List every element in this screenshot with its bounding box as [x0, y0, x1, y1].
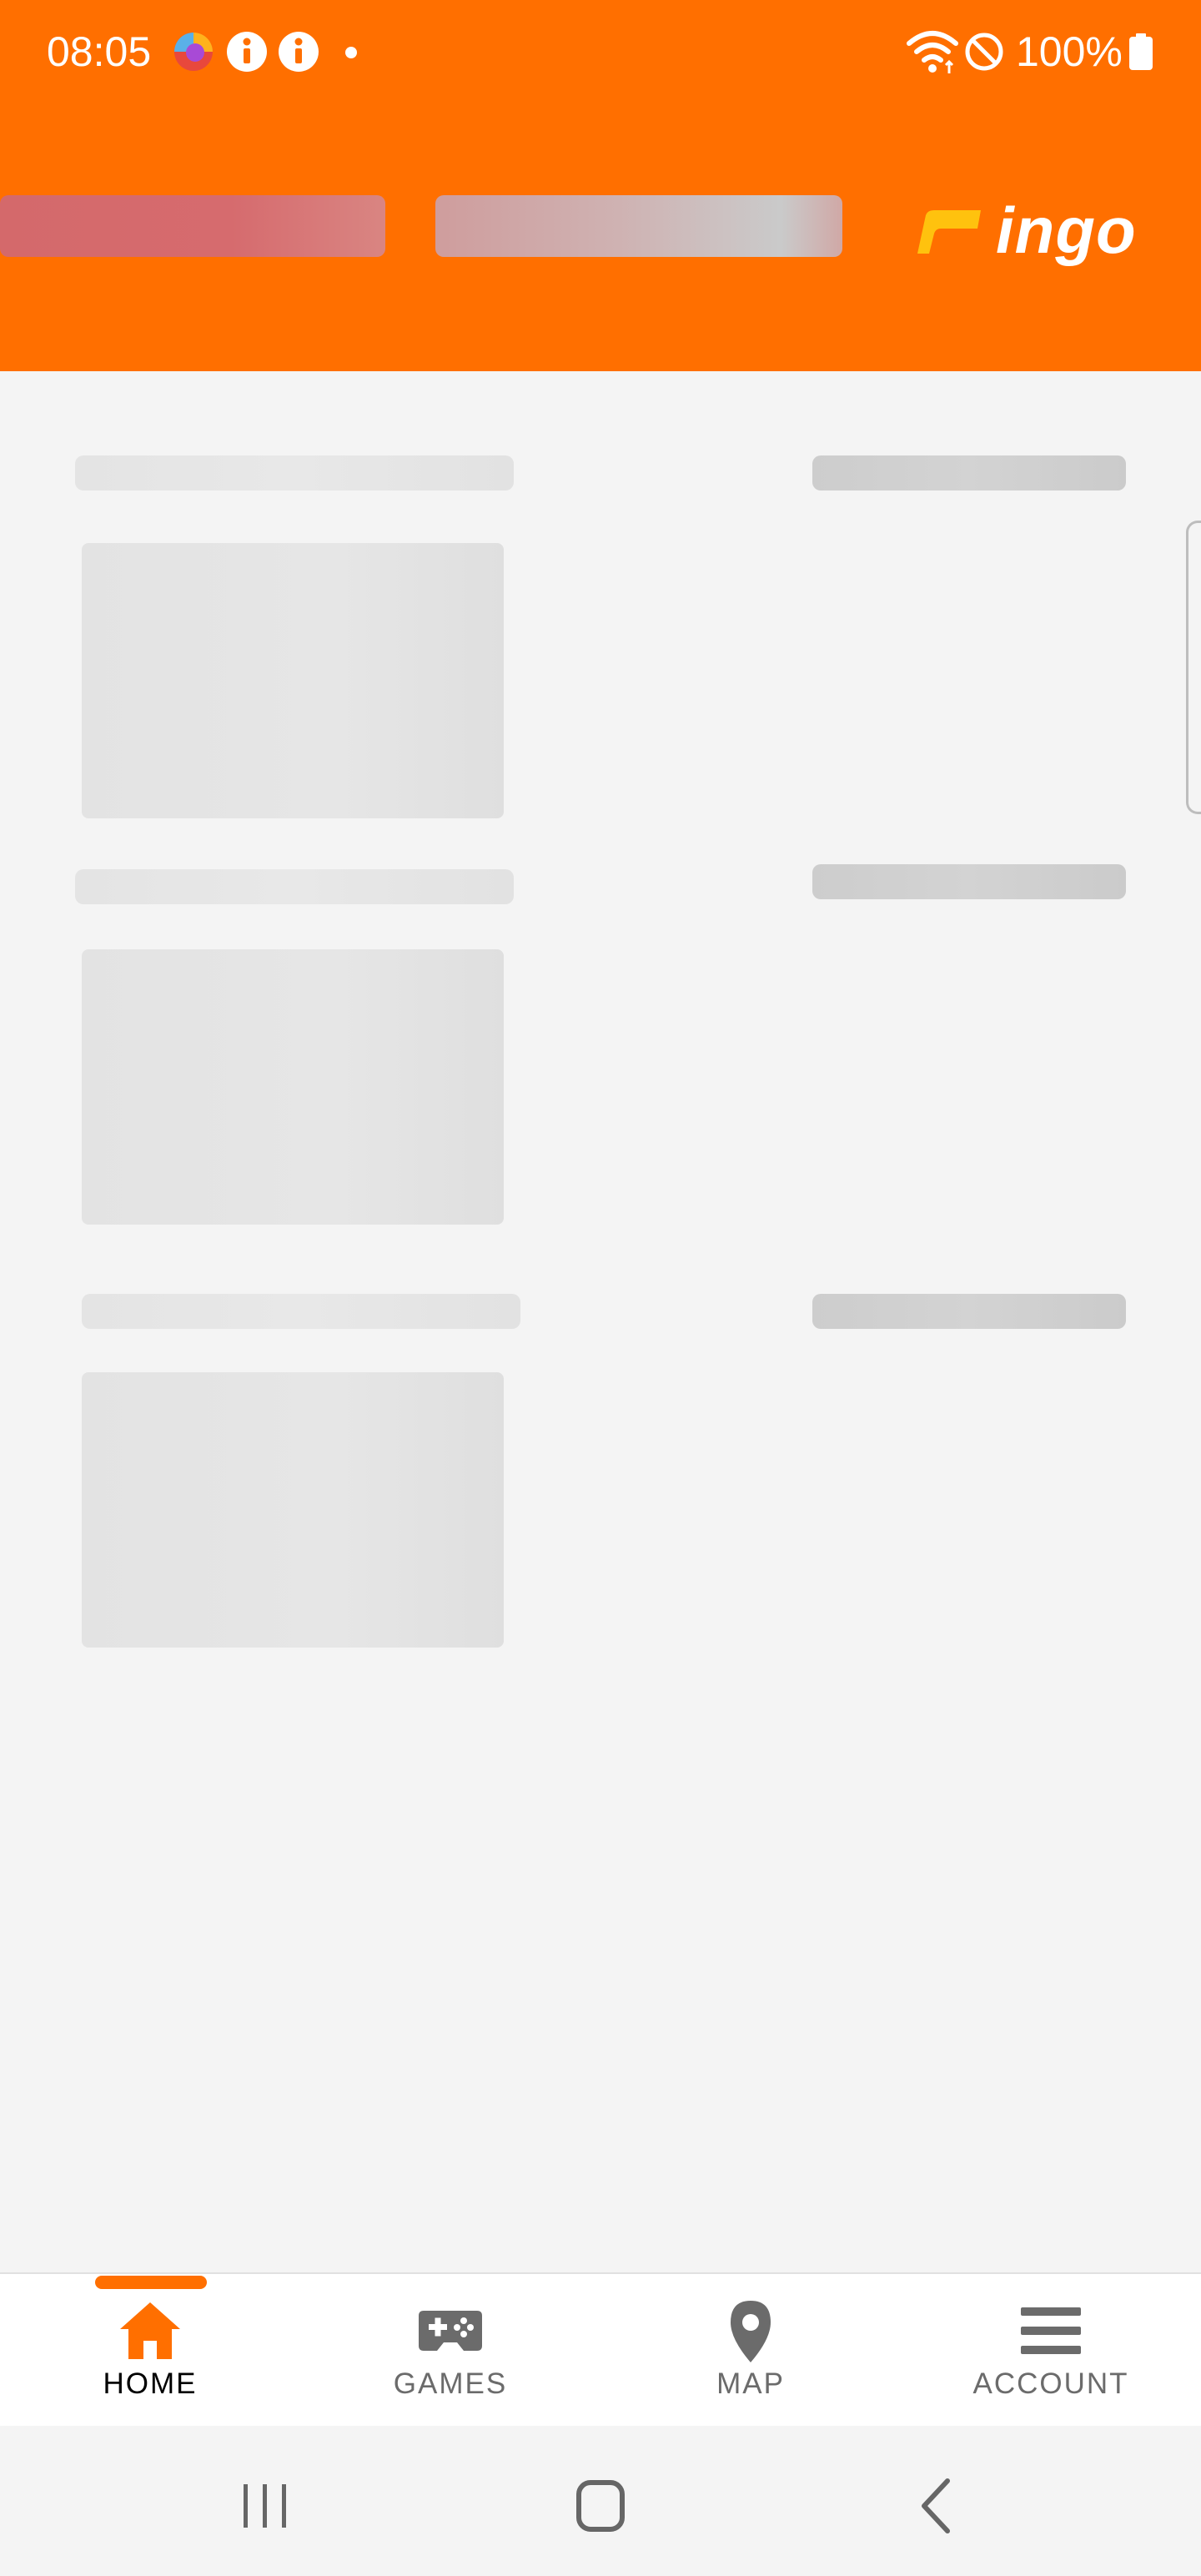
- recent-apps-icon[interactable]: [232, 2473, 299, 2539]
- status-time: 08:05: [47, 28, 152, 75]
- wifi-icon: [907, 31, 958, 73]
- home-button-icon[interactable]: [567, 2473, 634, 2539]
- skeleton-title: [82, 1294, 520, 1329]
- system-navigation-bar: [0, 2426, 1201, 2576]
- skeleton-card: [82, 543, 504, 818]
- app-header: 08:05 100% ingo: [0, 0, 1201, 371]
- menu-icon: [1021, 2307, 1081, 2354]
- skeleton-title: [75, 869, 514, 904]
- skeleton-card: [82, 949, 504, 1225]
- notification-dot: [345, 47, 357, 58]
- nav-label-account: ACCOUNT: [972, 2367, 1129, 2400]
- status-bar: 08:05 100%: [0, 0, 1201, 104]
- ingo-logo[interactable]: ingo: [912, 194, 1139, 267]
- skeleton-meta: [812, 455, 1126, 491]
- bottom-navigation: HOME GAMES MAP ACCOUNT: [0, 2272, 1201, 2426]
- nav-label-games: GAMES: [393, 2367, 508, 2400]
- nav-map[interactable]: MAP: [626, 2274, 876, 2428]
- skeleton-meta: [812, 1294, 1126, 1329]
- nav-label-map: MAP: [716, 2367, 785, 2400]
- home-icon: [120, 2302, 180, 2359]
- logo-text: ingo: [996, 194, 1137, 267]
- skeleton-meta: [812, 864, 1126, 899]
- firefox-icon: [174, 33, 213, 71]
- header-placeholder: [0, 195, 385, 257]
- skeleton-title: [75, 455, 514, 491]
- info-icon: [227, 32, 267, 72]
- battery-icon: [1129, 33, 1153, 70]
- edge-panel-handle[interactable]: [1186, 521, 1201, 814]
- active-tab-indicator: [95, 2276, 207, 2289]
- header-placeholder: [435, 195, 842, 257]
- back-icon[interactable]: [904, 2473, 971, 2539]
- map-pin-icon: [731, 2301, 771, 2362]
- skeleton-card: [82, 1372, 504, 1648]
- info-icon: [279, 32, 319, 72]
- gamepad-icon: [419, 2311, 482, 2351]
- battery-percent: 100%: [1016, 28, 1123, 75]
- do-not-disturb-icon: [965, 33, 1003, 71]
- nav-label-home: HOME: [103, 2367, 198, 2400]
- nav-games[interactable]: GAMES: [325, 2274, 575, 2428]
- nav-home[interactable]: HOME: [25, 2274, 275, 2428]
- nav-account[interactable]: ACCOUNT: [926, 2274, 1176, 2428]
- logo-mark-icon: [917, 210, 981, 254]
